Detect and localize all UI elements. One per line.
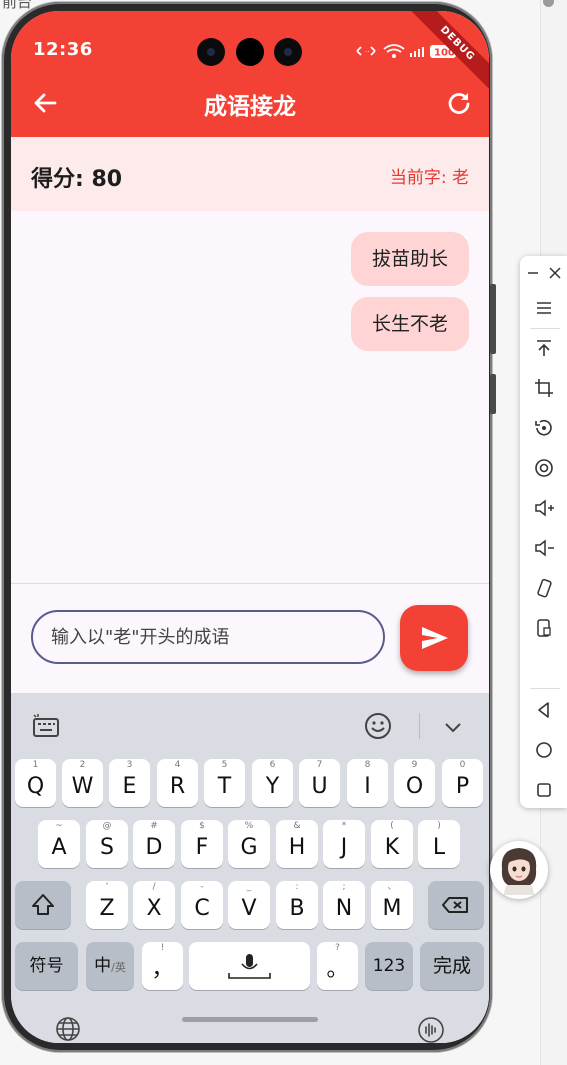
key-f[interactable]: $ F	[181, 820, 223, 868]
key-o[interactable]: 9O	[394, 759, 435, 807]
panel-divider	[530, 328, 560, 329]
period-key[interactable]: ?。	[317, 942, 358, 990]
lang-alt-label: /英	[111, 961, 126, 974]
comma-key[interactable]: !，	[142, 942, 183, 990]
rotate-icon[interactable]	[532, 416, 556, 440]
phone-screen: 12:36 ·· 100 DEBUG 成语接龙 得分: 80 当前字: 老 拔苗…	[11, 11, 489, 1043]
soft-keyboard: 1Q 2W 3E 4R 5T 6Y 7U 8I 9O 0P ~ A @ S # D $…	[11, 693, 489, 1043]
input-bar	[11, 583, 489, 694]
panel-divider	[530, 688, 560, 689]
home-indicator[interactable]	[182, 1017, 318, 1022]
key-g[interactable]: % G	[228, 820, 270, 868]
key-v[interactable]: _ V	[228, 881, 270, 929]
camera-icon	[197, 38, 225, 66]
done-key[interactable]: 完成	[420, 942, 484, 990]
key-x[interactable]: / X	[133, 881, 175, 929]
key-c[interactable]: -C	[181, 881, 223, 929]
send-icon	[422, 627, 448, 649]
score-label: 得分: 80	[31, 167, 123, 192]
key-j[interactable]: * J	[323, 820, 365, 868]
home-icon[interactable]	[532, 738, 556, 762]
key-l[interactable]: ) L	[418, 820, 460, 868]
refresh-button[interactable]	[445, 89, 473, 117]
key-k[interactable]: (K	[371, 820, 413, 868]
phone-frame: 12:36 ·· 100 DEBUG 成语接龙 得分: 80 当前字: 老 拔苗…	[2, 2, 496, 1052]
numbers-key[interactable]: 123	[365, 942, 413, 990]
pin-top-icon[interactable]	[532, 336, 556, 360]
record-icon[interactable]	[532, 456, 556, 480]
key-u[interactable]: 7U	[299, 759, 340, 807]
language-switch-key[interactable]: 中/英	[86, 942, 134, 990]
lang-main-label: 中	[94, 956, 112, 976]
key-h[interactable]: & H	[276, 820, 318, 868]
voice-wave-icon[interactable]	[416, 1015, 446, 1043]
key-y[interactable]: 6Y	[252, 759, 293, 807]
back-icon[interactable]	[532, 698, 556, 722]
key-d[interactable]: # D	[133, 820, 175, 868]
status-time: 12:36	[33, 39, 93, 60]
key-w[interactable]: 2W	[62, 759, 103, 807]
volume-up-icon[interactable]	[532, 496, 556, 520]
key-z[interactable]: ' Z	[86, 881, 128, 929]
send-button[interactable]	[400, 605, 468, 671]
key-n[interactable]: ; N	[323, 881, 365, 929]
shake-icon[interactable]	[532, 576, 556, 600]
toolbar-divider	[419, 713, 420, 739]
globe-icon[interactable]	[54, 1015, 82, 1043]
crop-icon[interactable]	[532, 376, 556, 400]
minimize-icon[interactable]	[524, 264, 542, 282]
assistant-avatar[interactable]	[490, 841, 548, 899]
side-button	[490, 374, 496, 414]
backspace-key[interactable]	[428, 881, 484, 929]
menu-icon[interactable]	[532, 296, 556, 320]
key-a[interactable]: ~ A	[38, 820, 80, 868]
symbols-key[interactable]: 符号	[15, 942, 78, 990]
chevron-down-icon[interactable]	[441, 715, 465, 739]
side-button	[490, 284, 496, 354]
key-r[interactable]: 4R	[157, 759, 198, 807]
camera-icon	[236, 38, 264, 66]
volume-down-icon[interactable]	[532, 536, 556, 560]
key-t[interactable]: 5T	[204, 759, 245, 807]
backspace-icon	[442, 897, 468, 913]
message-bubble: 拔苗助长	[350, 232, 469, 286]
score-bar: 得分: 80 当前字: 老	[11, 137, 489, 211]
message-bubble: 长生不老	[350, 297, 469, 351]
floating-tool-panel	[520, 256, 567, 808]
idiom-input[interactable]	[31, 610, 385, 664]
key-m[interactable]: 、 M	[371, 881, 413, 929]
key-i[interactable]: 8I	[347, 759, 388, 807]
key-q[interactable]: 1Q	[15, 759, 56, 807]
page-title: 成语接龙	[204, 94, 296, 120]
key-e[interactable]: 3E	[109, 759, 150, 807]
screenshot-icon[interactable]	[532, 616, 556, 640]
message-list[interactable]: 拔苗助长 长生不老	[11, 211, 489, 583]
key-b[interactable]: :B	[276, 881, 318, 929]
avatar-illustration	[501, 848, 537, 895]
svg-text:··: ··	[365, 48, 369, 56]
close-icon[interactable]	[546, 264, 564, 282]
microphone-icon	[228, 954, 271, 979]
key-p[interactable]: 0P	[442, 759, 483, 807]
signal-icon	[410, 47, 424, 57]
recents-icon[interactable]	[532, 778, 556, 802]
space-key[interactable]	[189, 942, 310, 990]
shift-key[interactable]	[15, 881, 71, 929]
wifi-icon	[383, 44, 405, 53]
keyboard-settings-icon[interactable]	[31, 713, 61, 739]
emoji-icon[interactable]	[363, 711, 393, 741]
app-bar: 12:36 ·· 100 DEBUG 成语接龙	[11, 11, 489, 137]
current-char-label: 当前字: 老	[389, 168, 469, 188]
shift-icon	[32, 894, 54, 915]
camera-icon	[274, 38, 302, 66]
key-s[interactable]: @ S	[86, 820, 128, 868]
